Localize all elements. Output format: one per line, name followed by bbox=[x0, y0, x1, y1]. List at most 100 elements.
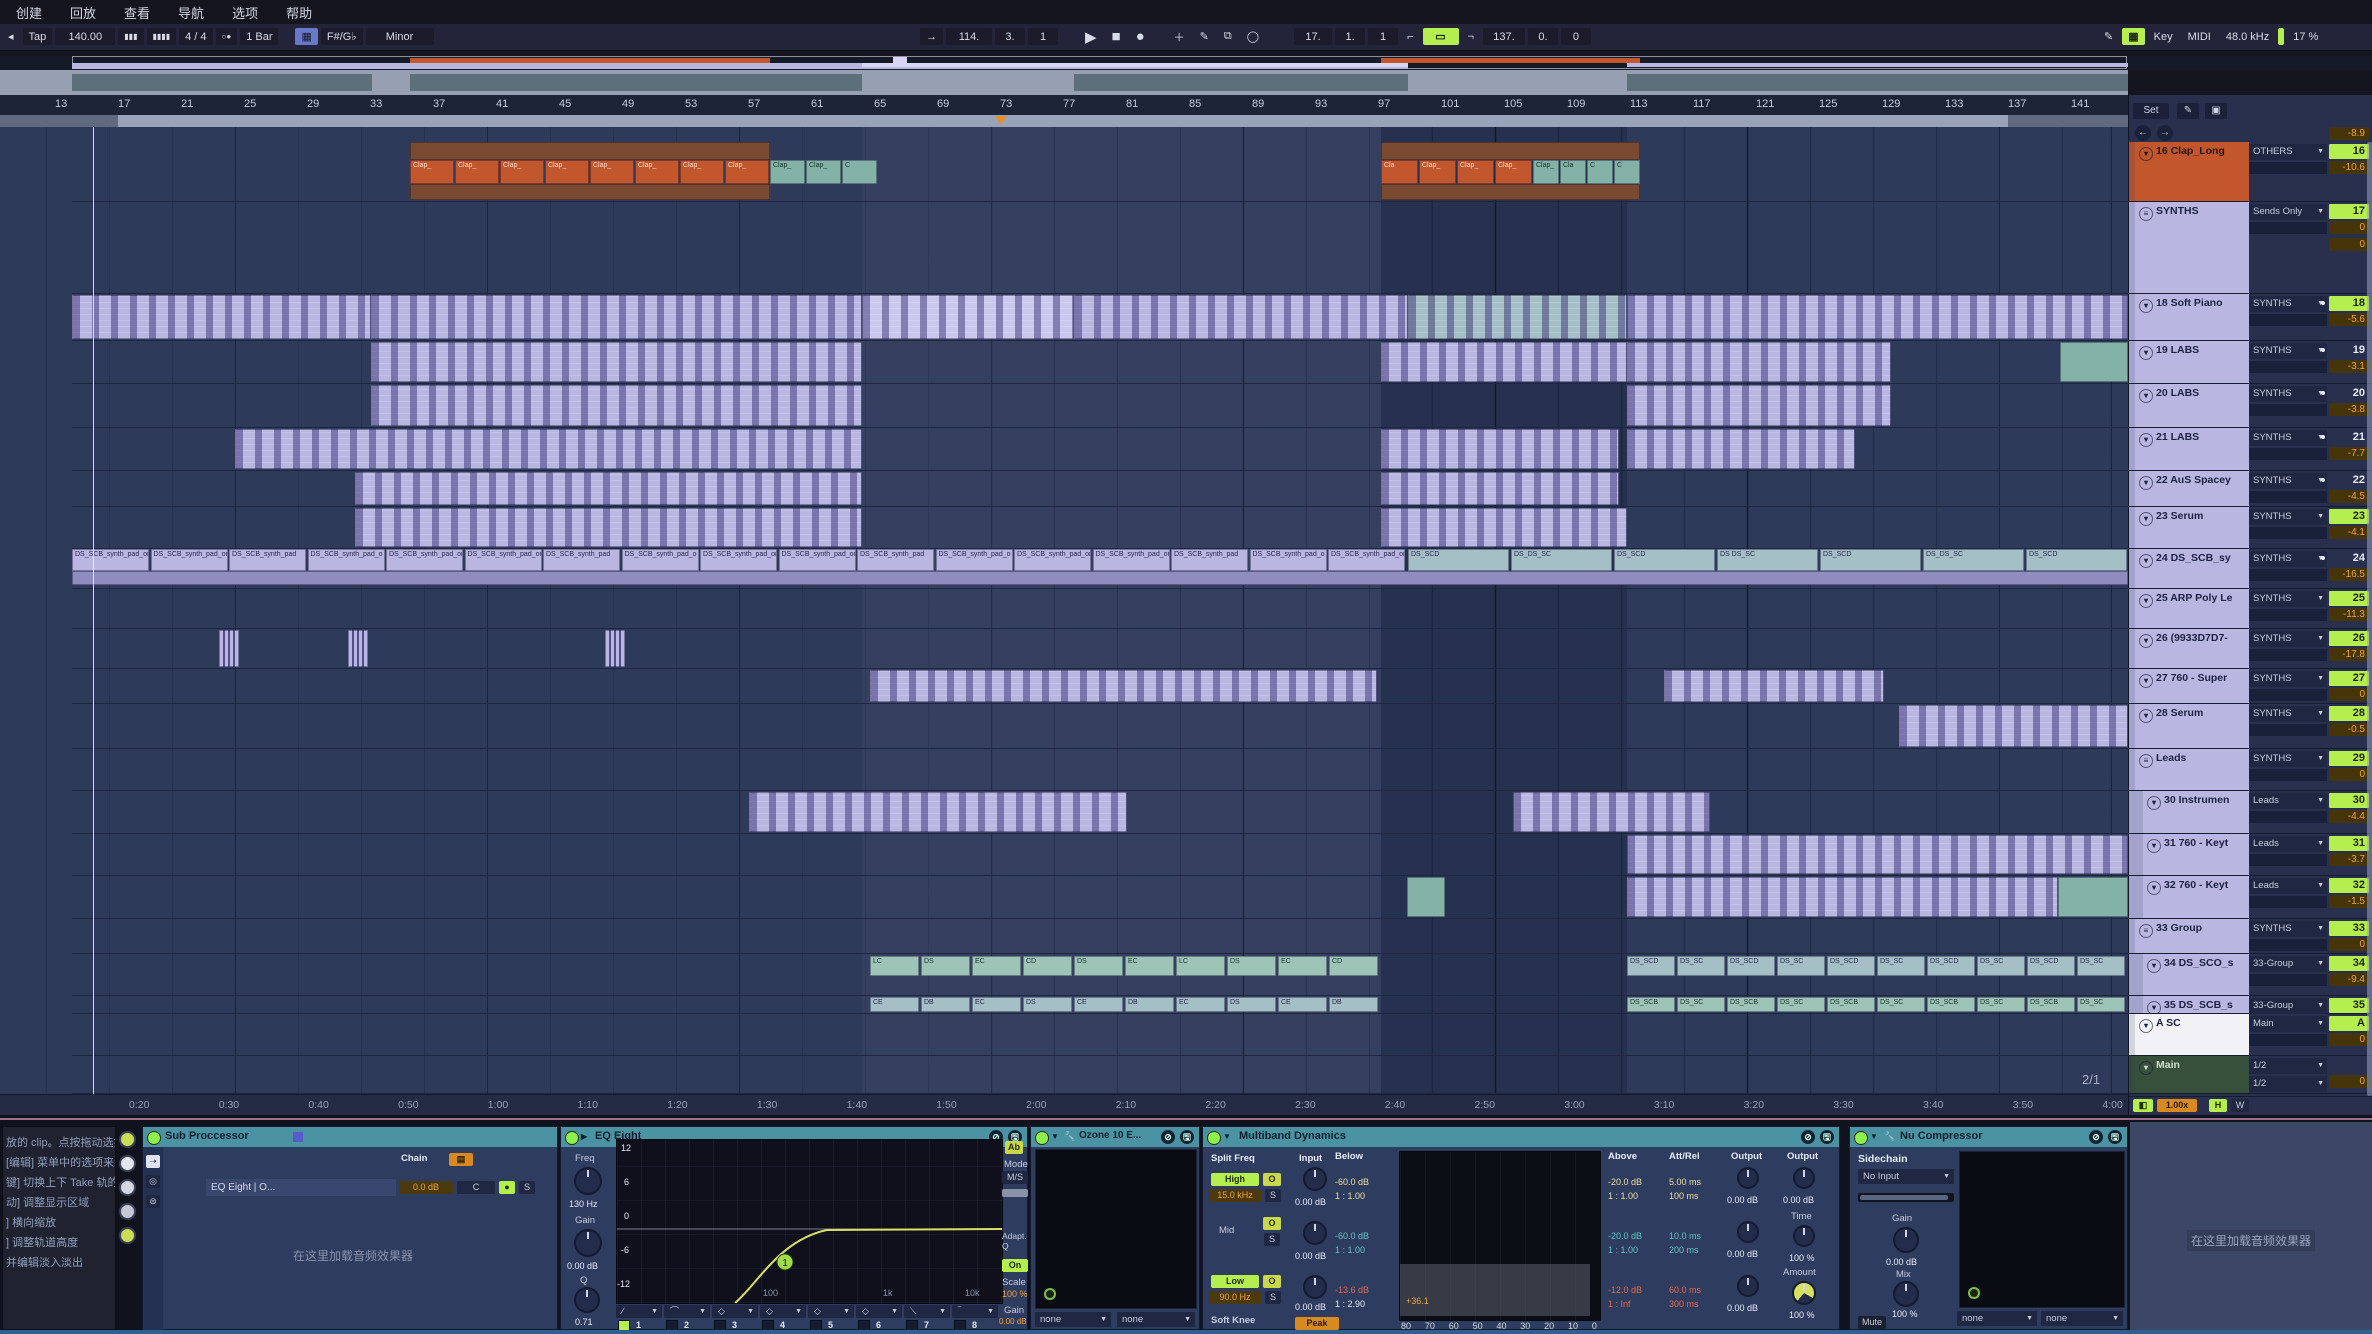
stop-button[interactable]: ■ bbox=[1106, 28, 1127, 45]
track-volume-db[interactable]: 0 bbox=[2329, 221, 2369, 234]
menu-item-3[interactable]: 导航 bbox=[178, 3, 204, 22]
fold-arrow-icon[interactable]: ▾ bbox=[2139, 594, 2153, 608]
menu-item-2[interactable]: 查看 bbox=[124, 3, 150, 22]
track-volume-db[interactable]: -10.6 bbox=[2329, 161, 2369, 174]
above-high-ratio[interactable]: 1 : 1.00 bbox=[1608, 1191, 1638, 1201]
routing-select[interactable]: 33-Group▼ bbox=[2249, 998, 2327, 1014]
routing-select-2[interactable]: 1/2▼ bbox=[2249, 1076, 2327, 1092]
clip[interactable]: DS_SC bbox=[1977, 997, 2025, 1012]
clip[interactable]: DS_SC bbox=[1777, 997, 1825, 1012]
track-name[interactable]: ▾22 AuS Spacey bbox=[2135, 471, 2249, 506]
time-value[interactable]: 100 % bbox=[1789, 1253, 1815, 1263]
out-low-knob[interactable] bbox=[1737, 1275, 1759, 1297]
routing-select[interactable]: SYNTHS▼ bbox=[2249, 706, 2327, 722]
tap-button[interactable]: Tap bbox=[23, 28, 53, 45]
clip[interactable] bbox=[1627, 385, 1891, 426]
midi-keyboard-icon[interactable]: ▦ bbox=[2122, 28, 2144, 45]
low-s-button[interactable]: S bbox=[1265, 1291, 1281, 1304]
time-ruler[interactable]: 0:200:300:400:501:001:101:201:301:401:50… bbox=[0, 1094, 2128, 1116]
nav-forward-button[interactable]: → bbox=[2157, 125, 2173, 141]
track-volume-db[interactable]: -4.4 bbox=[2329, 810, 2369, 823]
clip[interactable] bbox=[72, 571, 2128, 585]
clip[interactable]: DS_SCB_synth_pad_on bbox=[1328, 549, 1405, 571]
fold-arrow-icon[interactable]: ▾ bbox=[2139, 346, 2153, 360]
below-mid-thresh[interactable]: -60.0 dB bbox=[1335, 1231, 1369, 1241]
track-number-badge[interactable]: 16 bbox=[2329, 144, 2369, 159]
track-name[interactable]: ▾35 DS_SCB_s bbox=[2143, 996, 2249, 1013]
clip[interactable] bbox=[348, 630, 368, 667]
clip[interactable]: DS_SC bbox=[1677, 956, 1725, 976]
freq-knob[interactable] bbox=[574, 1167, 602, 1195]
high-band-toggle[interactable]: High bbox=[1211, 1173, 1259, 1186]
routing-select[interactable]: Sends Only▼ bbox=[2249, 204, 2327, 220]
param-slot-2[interactable]: none▼ bbox=[2041, 1311, 2123, 1326]
clip[interactable]: Clap_ bbox=[770, 160, 805, 184]
group-fold-icon[interactable]: ≡ bbox=[2139, 754, 2153, 768]
amount-knob[interactable] bbox=[1792, 1281, 1816, 1305]
track-number-badge[interactable]: 31 bbox=[2329, 836, 2369, 851]
clip[interactable]: DS_SCD bbox=[2026, 549, 2127, 571]
track-name[interactable]: ▾26 (9933D7D7- bbox=[2135, 629, 2249, 668]
clip[interactable] bbox=[2060, 342, 2128, 382]
track-number-badge[interactable]: 18 bbox=[2329, 296, 2369, 311]
high-s-button[interactable]: S bbox=[1265, 1189, 1281, 1202]
clip[interactable]: DB bbox=[921, 997, 970, 1012]
band-type-select-5[interactable]: ◇▼ bbox=[808, 1305, 854, 1318]
clip[interactable] bbox=[862, 295, 1074, 339]
track-name[interactable]: ▾24 DS_SCB_sy bbox=[2135, 549, 2249, 588]
below-low-ratio[interactable]: 1 : 2.90 bbox=[1335, 1299, 1365, 1309]
automation-mode-icon[interactable]: ⧉ bbox=[1218, 28, 1238, 45]
plugin-expand-icon[interactable] bbox=[1968, 1287, 1980, 1299]
clip[interactable]: DS_SCB bbox=[1927, 997, 1975, 1012]
track-name[interactable]: ▾28 Serum bbox=[2135, 704, 2249, 748]
clip[interactable]: DS_SC bbox=[2077, 997, 2125, 1012]
plugin-panel[interactable] bbox=[1959, 1151, 2125, 1308]
track-volume-db[interactable]: 0 bbox=[2329, 768, 2369, 781]
clip[interactable]: CE bbox=[1278, 997, 1327, 1012]
clip[interactable]: DS_SC bbox=[1677, 997, 1725, 1012]
high-solo-o[interactable]: O bbox=[1263, 1173, 1281, 1186]
device-on-led[interactable] bbox=[1854, 1131, 1868, 1145]
track-volume-db[interactable]: -16.5 bbox=[2329, 568, 2369, 581]
input-mid-value[interactable]: 0.00 dB bbox=[1295, 1251, 1326, 1261]
sidechain-gain-slider[interactable] bbox=[1858, 1193, 1954, 1202]
hot-swap-icon[interactable]: ⊘ bbox=[1161, 1130, 1175, 1144]
track-number-badge[interactable]: 25 bbox=[2329, 591, 2369, 606]
fold-icon[interactable]: ▼ bbox=[1051, 1132, 1059, 1141]
clip[interactable]: EC bbox=[1176, 997, 1225, 1012]
nav-back-button[interactable]: ← bbox=[2135, 125, 2151, 141]
play-button[interactable]: ▶ bbox=[1079, 28, 1103, 45]
hot-swap-icon[interactable]: ⊘ bbox=[1801, 1130, 1815, 1144]
clip[interactable] bbox=[1513, 792, 1710, 832]
wrench-icon[interactable]: 🔧 bbox=[1064, 1131, 1075, 1142]
plugin-expand-icon[interactable] bbox=[1044, 1288, 1056, 1300]
routing-select[interactable]: SYNTHS▼ bbox=[2249, 343, 2327, 359]
track-number-badge[interactable]: 19 bbox=[2329, 343, 2369, 358]
track-volume-db[interactable]: -0.5 bbox=[2329, 723, 2369, 736]
device-on-led[interactable] bbox=[1207, 1131, 1221, 1145]
track-number-badge[interactable]: 21 bbox=[2329, 430, 2369, 445]
track-volume-db[interactable]: -3.1 bbox=[2329, 360, 2369, 373]
group-fold-icon[interactable]: ≡ bbox=[2139, 924, 2153, 938]
clip[interactable]: DS_SC bbox=[1777, 956, 1825, 976]
track-volume-db[interactable]: -4.5 bbox=[2329, 490, 2369, 503]
attack-low[interactable]: 60.0 ms bbox=[1669, 1285, 1701, 1295]
track-number-badge[interactable]: 34 bbox=[2329, 956, 2369, 971]
clip[interactable]: DS_SC bbox=[2077, 956, 2125, 976]
rack-title-bar[interactable]: Sub Proccessor bbox=[143, 1127, 557, 1147]
arrangement-overview[interactable] bbox=[0, 56, 2372, 70]
wrench-icon[interactable]: 🔧 bbox=[1884, 1131, 1895, 1142]
clip[interactable]: DS_SCB_synth_pad_o bbox=[1250, 549, 1327, 571]
clip[interactable]: DS bbox=[1227, 997, 1276, 1012]
peak-db-badge[interactable]: -8.9 bbox=[2329, 127, 2369, 140]
clip[interactable]: DS_SCB_synth_pad_one bbox=[465, 549, 542, 571]
fold-arrow-icon[interactable]: ▾ bbox=[2139, 634, 2153, 648]
fold-arrow-icon[interactable]: ▾ bbox=[2139, 512, 2153, 526]
fold-icon[interactable]: ▼ bbox=[1870, 1132, 1878, 1141]
mid-solo-o[interactable]: O bbox=[1263, 1217, 1281, 1230]
scrub-area[interactable] bbox=[0, 70, 2128, 95]
routing-select[interactable]: Main▼ bbox=[2249, 1016, 2327, 1032]
fold-arrow-icon[interactable]: ▾ bbox=[2139, 1019, 2153, 1033]
clip[interactable] bbox=[1627, 835, 2128, 874]
track-name[interactable]: ▾30 Instrumen bbox=[2143, 791, 2249, 833]
